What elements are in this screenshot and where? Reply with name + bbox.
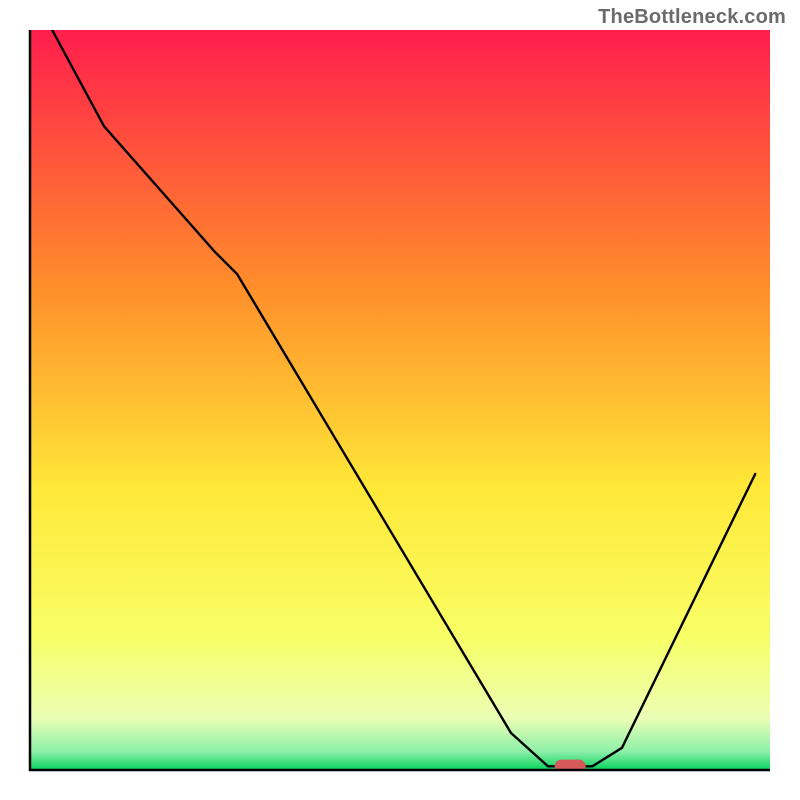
chart-container: TheBottleneck.com — [0, 0, 800, 800]
plot-background — [30, 30, 770, 770]
chart-svg — [0, 0, 800, 800]
